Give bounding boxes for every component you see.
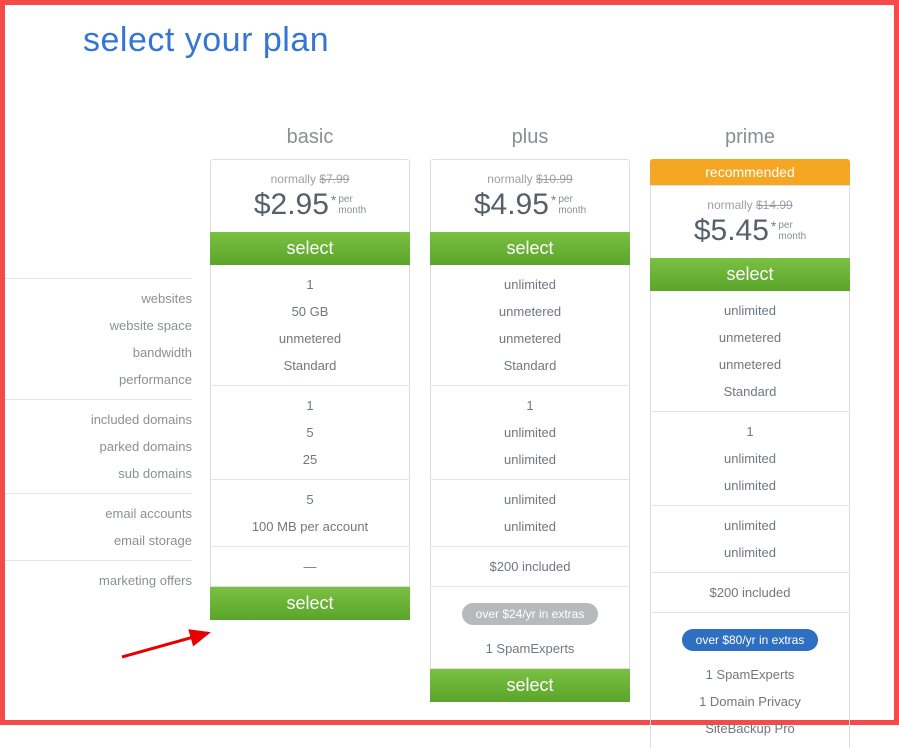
prime-parked-domains: unlimited <box>651 445 849 472</box>
plus-bandwidth: unmetered <box>431 325 629 352</box>
plus-website-space: unmetered <box>431 298 629 325</box>
plan-basic-select-bottom[interactable]: select <box>210 587 410 620</box>
prime-sub-domains: unlimited <box>651 472 849 499</box>
basic-email-storage: 100 MB per account <box>211 513 409 540</box>
basic-websites: 1 <box>211 271 409 298</box>
prime-extras-pill: over $80/yr in extras <box>682 629 819 651</box>
prime-website-space: unmetered <box>651 324 849 351</box>
plan-basic-features: 1 50 GB unmetered Standard 1 5 25 5 100 … <box>210 265 410 587</box>
plan-basic-price-box: normally $7.99 $2.95 * permonth <box>210 159 410 232</box>
plans-row: basic normally $7.99 $2.95 * permonth se… <box>210 120 850 748</box>
asterisk-icon: * <box>331 192 336 208</box>
plan-plus-name: plus <box>430 120 630 159</box>
plus-parked-domains: unlimited <box>431 419 629 446</box>
prime-extras-item: 1 SpamExperts <box>651 661 849 688</box>
label-email-storage: email storage <box>5 527 192 554</box>
plan-prime-features: unlimited unmetered unmetered Standard 1… <box>650 291 850 748</box>
normally-label: normally <box>707 198 752 212</box>
plan-plus-features: unlimited unmetered unmetered Standard 1… <box>430 265 630 669</box>
plan-basic-price: $2.95 <box>254 188 329 222</box>
basic-website-space: 50 GB <box>211 298 409 325</box>
plan-prime-price: $5.45 <box>694 214 769 248</box>
plan-prime-price-box: normally $14.99 $5.45 * permonth <box>650 185 850 258</box>
plan-prime-name: prime <box>650 120 850 159</box>
plan-plus-normally: normally $10.99 <box>435 172 625 186</box>
basic-performance: Standard <box>211 352 409 379</box>
label-bandwidth: bandwidth <box>5 339 192 366</box>
prime-marketing-offers: $200 included <box>651 579 849 606</box>
plan-basic-select-top[interactable]: select <box>210 232 410 265</box>
plan-plus-price: $4.95 <box>474 188 549 222</box>
plan-basic-normally: normally $7.99 <box>215 172 405 186</box>
plus-email-accounts: unlimited <box>431 486 629 513</box>
plus-included-domains: 1 <box>431 392 629 419</box>
label-website-space: website space <box>5 312 192 339</box>
plus-websites: unlimited <box>431 271 629 298</box>
label-performance: performance <box>5 366 192 393</box>
per-month: permonth <box>558 194 586 216</box>
prime-included-domains: 1 <box>651 418 849 445</box>
recommended-badge: recommended <box>650 159 850 185</box>
label-email-accounts: email accounts <box>5 500 192 527</box>
basic-email-accounts: 5 <box>211 486 409 513</box>
feature-labels: websites website space bandwidth perform… <box>5 120 210 748</box>
plus-extras-item: 1 SpamExperts <box>431 635 629 662</box>
plan-basic: basic normally $7.99 $2.95 * permonth se… <box>210 120 410 748</box>
basic-included-domains: 1 <box>211 392 409 419</box>
plus-marketing-offers: $200 included <box>431 553 629 580</box>
prime-websites: unlimited <box>651 297 849 324</box>
normally-label: normally <box>487 172 532 186</box>
basic-parked-domains: 5 <box>211 419 409 446</box>
page-title: select your plan <box>5 5 894 60</box>
asterisk-icon: * <box>551 192 556 208</box>
plan-prime-normally: normally $14.99 <box>655 198 845 212</box>
normally-price: $14.99 <box>756 198 793 212</box>
asterisk-icon: * <box>771 218 776 234</box>
plan-prime-select-top[interactable]: select <box>650 258 850 291</box>
normally-price: $10.99 <box>536 172 573 186</box>
plus-email-storage: unlimited <box>431 513 629 540</box>
per-month: permonth <box>778 220 806 242</box>
plus-performance: Standard <box>431 352 629 379</box>
label-marketing-offers: marketing offers <box>5 567 192 594</box>
basic-bandwidth: unmetered <box>211 325 409 352</box>
label-included-domains: included domains <box>5 406 192 433</box>
normally-price: $7.99 <box>319 172 349 186</box>
prime-performance: Standard <box>651 378 849 405</box>
plan-prime: prime recommended normally $14.99 $5.45 … <box>650 120 850 748</box>
label-parked-domains: parked domains <box>5 433 192 460</box>
plus-extras-pill: over $24/yr in extras <box>462 603 599 625</box>
prime-bandwidth: unmetered <box>651 351 849 378</box>
plan-plus-select-top[interactable]: select <box>430 232 630 265</box>
prime-extras-item: SiteBackup Pro <box>651 715 849 742</box>
prime-extras-item: 1 Domain Privacy <box>651 688 849 715</box>
label-websites: websites <box>5 285 192 312</box>
normally-label: normally <box>271 172 316 186</box>
prime-email-accounts: unlimited <box>651 512 849 539</box>
plan-plus: plus normally $10.99 $4.95 * permonth se… <box>430 120 630 748</box>
plan-basic-name: basic <box>210 120 410 159</box>
plan-plus-select-bottom[interactable]: select <box>430 669 630 702</box>
plan-plus-price-box: normally $10.99 $4.95 * permonth <box>430 159 630 232</box>
plus-sub-domains: unlimited <box>431 446 629 473</box>
prime-email-storage: unlimited <box>651 539 849 566</box>
basic-marketing-offers: — <box>211 553 409 580</box>
pricing-content: websites website space bandwidth perform… <box>5 60 894 748</box>
basic-sub-domains: 25 <box>211 446 409 473</box>
label-sub-domains: sub domains <box>5 460 192 487</box>
per-month: permonth <box>338 194 366 216</box>
